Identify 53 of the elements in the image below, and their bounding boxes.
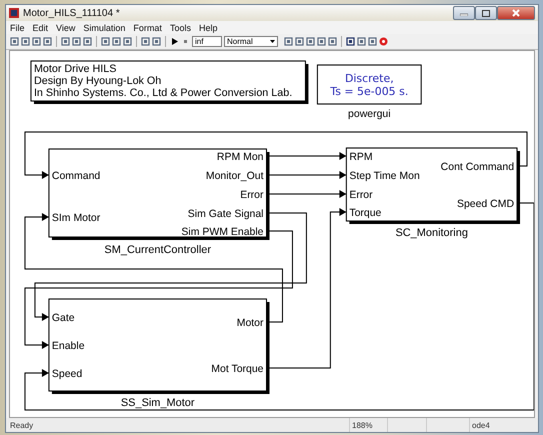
zoom-level: 188%	[349, 418, 387, 432]
port-label: Motor	[236, 318, 264, 329]
annotation-text: In Shinho Systems. Co., Ltd & Power Conversion Lab.	[34, 87, 292, 99]
annotation-text: Motor Drive HILS	[34, 63, 116, 75]
port-label: Sim Gate Signal	[188, 209, 264, 220]
menu-item[interactable]: File	[10, 22, 25, 32]
port-label: Gate	[52, 313, 75, 324]
port-label: Step Time Mon	[349, 171, 420, 182]
port-label: RPM	[349, 152, 373, 163]
close-icon	[512, 9, 520, 17]
block-label: SC_Monitoring	[395, 227, 468, 239]
menu-item[interactable]: View	[56, 22, 76, 32]
minimize-button[interactable]	[453, 6, 475, 20]
subsystem-block[interactable]	[346, 148, 520, 224]
port-label: Speed	[52, 369, 82, 380]
menu-item[interactable]: Simulation	[83, 22, 126, 32]
port-label: Command	[52, 171, 100, 182]
port-label: Enable	[52, 341, 85, 352]
annotation-text: Design By Hyoung-Lok Oh	[34, 75, 162, 87]
port-label: Speed CMD	[456, 199, 514, 210]
powergui-block[interactable]	[316, 64, 422, 104]
play-icon[interactable]	[170, 37, 179, 46]
close-button[interactable]	[497, 6, 535, 20]
stop-time-field[interactable]: inf	[192, 36, 222, 47]
solver-name: ode4	[469, 418, 538, 432]
port-label: Error	[349, 190, 373, 201]
port-label: Monitor_Out	[206, 171, 264, 182]
menu-item[interactable]: Help	[198, 22, 218, 32]
powergui-text: Discrete,	[344, 72, 394, 85]
target-icon[interactable]	[379, 37, 388, 46]
stop-icon[interactable]	[181, 37, 190, 46]
menu-item[interactable]: Tools	[170, 22, 191, 32]
subsystem-block[interactable]	[48, 298, 270, 394]
maximize-icon	[482, 10, 490, 16]
menu-item[interactable]: Format	[133, 22, 162, 32]
port-label: SIm Motor	[52, 213, 100, 224]
block-label: SM_CurrentController	[104, 244, 211, 256]
window-title: Motor_HILS_111104 *	[23, 8, 121, 18]
powergui-text: Ts = 5e-005 s.	[330, 85, 408, 98]
block-label: powergui	[348, 109, 391, 120]
port-label: RPM Mon	[216, 152, 264, 163]
app-icon	[9, 8, 19, 18]
block-label: SS_Sim_Motor	[120, 397, 195, 409]
port-label: Sim PWM Enable	[181, 227, 264, 238]
port-label: Cont Command	[440, 162, 514, 173]
menu-item[interactable]: Edit	[32, 22, 48, 32]
port-label: Torque	[349, 208, 382, 219]
status-message: Ready	[9, 420, 34, 432]
simulation-mode-dropdown[interactable]: Normal	[224, 36, 278, 47]
maximize-button[interactable]	[475, 6, 497, 20]
subsystem-block[interactable]	[48, 148, 270, 240]
port-label: Error	[240, 190, 264, 201]
port-label: Mot Torque	[211, 364, 264, 375]
